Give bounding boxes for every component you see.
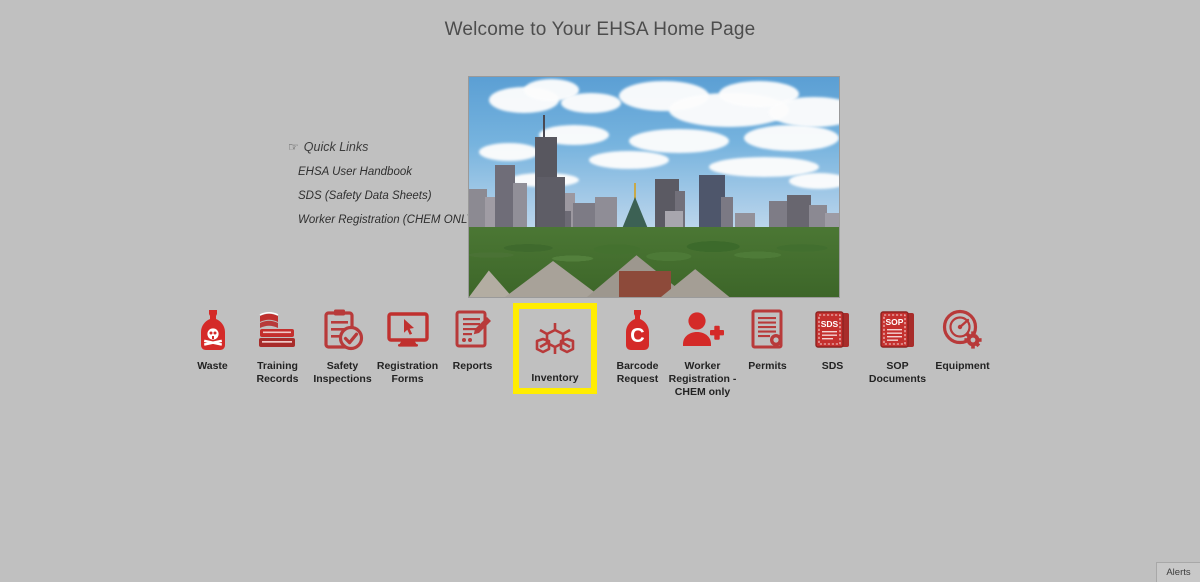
- books-stack-icon: [255, 307, 301, 353]
- module-tile-worker-registration[interactable]: Worker Registration - CHEM only: [669, 303, 736, 399]
- module-tile-sop-documents[interactable]: SOP SOP Documents: [865, 303, 930, 386]
- module-tile-equipment[interactable]: Equipment: [930, 303, 995, 373]
- antenna: [543, 115, 545, 137]
- sop-book-icon: SOP: [875, 307, 921, 353]
- module-tile-waste[interactable]: Waste: [180, 303, 245, 373]
- poison-bottle-icon: [190, 307, 236, 353]
- gauge-gear-icon: [940, 307, 986, 353]
- module-tile-registration-forms[interactable]: Registration Forms: [375, 303, 440, 386]
- module-label-inventory: Inventory: [531, 372, 579, 384]
- alerts-tab-label: Alerts: [1166, 567, 1191, 578]
- monitor-cursor-icon: [385, 307, 431, 353]
- molecule-icon: [532, 319, 578, 365]
- quick-link-worker-registration[interactable]: Worker Registration (CHEM ONLY): [298, 214, 478, 226]
- module-label-equipment: Equipment: [935, 360, 990, 372]
- campus-skyline-banner: TECH: [468, 76, 840, 298]
- quick-links-heading-label: Quick Links: [303, 140, 369, 154]
- module-tile-inventory[interactable]: Inventory: [513, 303, 597, 394]
- module-tile-permits[interactable]: Permits: [735, 303, 800, 373]
- module-tile-sds[interactable]: SDS SDS: [800, 303, 865, 373]
- certificate-seal-icon: [745, 307, 791, 353]
- cloud: [789, 173, 839, 189]
- cloud: [629, 129, 729, 153]
- sds-book-icon: SDS: [810, 307, 856, 353]
- pointing-hand-icon: ☞: [288, 140, 299, 154]
- module-icon-row: Waste Training Records Safety Inspection…: [180, 303, 1000, 399]
- clipboard-check-icon: [320, 307, 366, 353]
- cloud: [589, 151, 669, 169]
- cloud: [744, 125, 839, 151]
- module-tile-reports[interactable]: Reports: [440, 303, 505, 373]
- quick-link-handbook[interactable]: EHSA User Handbook: [298, 166, 463, 178]
- svg-text:C: C: [630, 325, 644, 347]
- document-pencil-icon: [450, 307, 496, 353]
- page-title: Welcome to Your EHSA Home Page: [444, 19, 756, 40]
- quick-link-sds[interactable]: SDS (Safety Data Sheets): [298, 190, 463, 202]
- quick-links-panel: ☞ Quick Links EHSA User Handbook SDS (Sa…: [288, 140, 478, 226]
- cloud: [561, 93, 621, 113]
- bottle-barcode-icon: C: [615, 307, 661, 353]
- svg-text:SDS: SDS: [820, 319, 838, 329]
- cloud: [479, 143, 539, 161]
- module-label-reports: Reports: [452, 360, 493, 372]
- module-tile-training-records[interactable]: Training Records: [245, 303, 310, 386]
- quick-links-heading: ☞ Quick Links: [288, 140, 463, 154]
- brick-building: [619, 271, 671, 297]
- alerts-tab[interactable]: Alerts: [1156, 562, 1200, 582]
- module-tile-safety-inspections[interactable]: Safety Inspections: [310, 303, 375, 386]
- person-plus-icon: [680, 307, 726, 353]
- svg-text:SOP: SOP: [885, 317, 903, 327]
- module-tile-barcode-request[interactable]: C Barcode Request: [605, 303, 670, 386]
